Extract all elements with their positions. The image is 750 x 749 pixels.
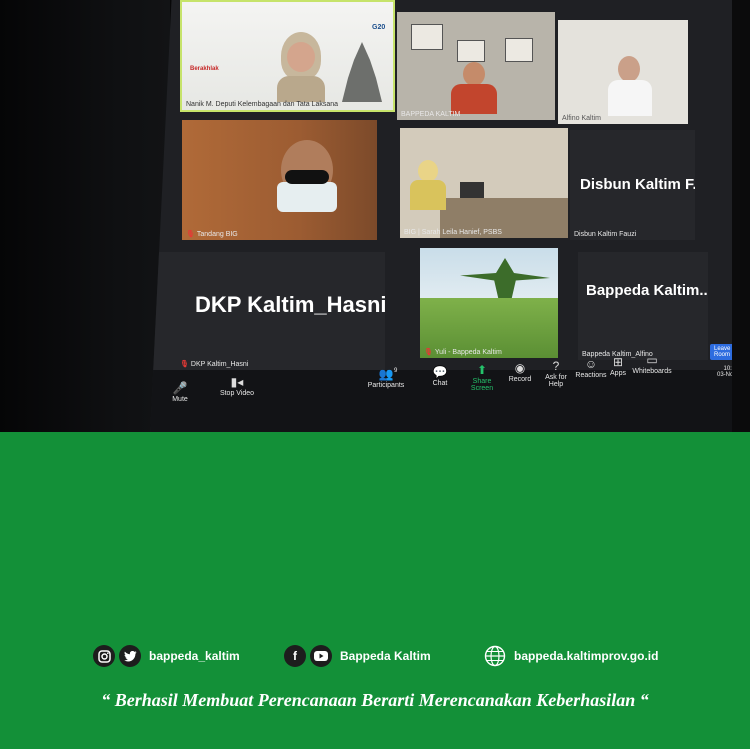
youtube-icon[interactable] xyxy=(310,645,332,667)
video-tile-tandang[interactable]: 🎙 Tandang BIG xyxy=(182,120,377,240)
help-icon: ? xyxy=(552,359,560,373)
tile-label-bappeda: BAPPEDA KALTIM xyxy=(401,111,461,118)
website-link[interactable]: bappeda.kaltimprov.go.id xyxy=(514,649,658,663)
participant-avatar xyxy=(608,56,652,116)
participants-icon: 👥 xyxy=(378,367,394,381)
g20-badge: G20 xyxy=(372,24,386,31)
tile-label-big: BIG | Sarah Leila Hanief, PSBS xyxy=(404,229,502,236)
meeting-photo: Berakhlak G20 Nanik M. Deputi Kelembagaa… xyxy=(0,0,750,432)
wall-frame-right xyxy=(732,0,750,432)
wall-frame-2 xyxy=(457,40,485,62)
video-camera-icon: ▮◂ xyxy=(230,375,244,389)
globe-icon[interactable] xyxy=(484,645,506,667)
whiteboard-icon: ▭ xyxy=(646,353,658,367)
stop-video-button[interactable]: ▮◂ Stop Video xyxy=(212,376,262,397)
record-icon: ◉ xyxy=(514,361,526,375)
participants-count: 9 xyxy=(394,368,398,374)
instagram-icon[interactable] xyxy=(93,645,115,667)
mic-muted-icon: 🎙 xyxy=(180,361,189,368)
social-handle-instagram-twitter[interactable]: bappeda_kaltim xyxy=(149,649,240,663)
participant-avatar xyxy=(267,140,347,240)
social-group-facebook-youtube: f Bappeda Kaltim xyxy=(284,645,431,667)
video-tile-bappeda-alfino[interactable]: Bappeda Kaltim... Bappeda Kaltim_Alfino xyxy=(578,252,708,360)
video-tile-dkp[interactable]: DKP Kaltim_Hasni 🎙 DKP Kaltim_Hasni xyxy=(150,252,385,370)
video-tile-yuli[interactable]: 🎙 Yuli - Bappeda Kaltim xyxy=(420,248,558,358)
apps-button[interactable]: ⊞ Apps xyxy=(606,356,630,377)
video-tile-bappeda[interactable]: BAPPEDA KALTIM xyxy=(397,12,555,120)
zoom-toolbar: 🎤 Mute ▮◂ Stop Video 👥 Participants 9 💬 … xyxy=(150,344,750,432)
wall-frame-3 xyxy=(505,38,533,62)
chat-button[interactable]: 💬 Chat xyxy=(422,366,458,387)
tile-label-office: Alfino Kaltim xyxy=(562,115,601,122)
social-group-instagram-twitter: bappeda_kaltim xyxy=(93,645,240,667)
video-tile-presenter[interactable]: Berakhlak G20 Nanik M. Deputi Kelembagaa… xyxy=(180,0,395,112)
social-handle-facebook-youtube[interactable]: Bappeda Kaltim xyxy=(340,649,431,663)
mute-button[interactable]: 🎤 Mute xyxy=(162,382,198,403)
video-tile-disbun[interactable]: Disbun Kaltim F... Disbun Kaltim Fauzi xyxy=(570,130,695,240)
participant-avatar xyxy=(410,160,446,210)
participant-name-disbun: Disbun Kaltim F... xyxy=(580,176,695,193)
tile-label-disbun: Disbun Kaltim Fauzi xyxy=(574,231,637,238)
social-group-website: bappeda.kaltimprov.go.id xyxy=(484,645,658,667)
participant-avatar xyxy=(451,62,497,114)
wall-frame-1 xyxy=(411,24,443,50)
whiteboards-button[interactable]: ▭ Whiteboards xyxy=(632,354,672,375)
mic-muted-icon: 🎙 xyxy=(424,349,433,356)
tile-label-tandang: 🎙 Tandang BIG xyxy=(186,231,238,238)
ask-for-help-button[interactable]: ? Ask for Help xyxy=(538,360,574,388)
reactions-icon: ☺ xyxy=(584,357,598,371)
video-tile-big[interactable]: BIG | Sarah Leila Hanief, PSBS xyxy=(400,128,568,238)
laptop xyxy=(460,182,484,198)
record-button[interactable]: ◉ Record xyxy=(505,362,535,383)
mic-muted-icon: 🎙 xyxy=(186,231,195,238)
participant-name-bappeda-alfino: Bappeda Kaltim... xyxy=(586,282,708,299)
reactions-button[interactable]: ☺ Reactions xyxy=(574,358,608,379)
chat-icon: 💬 xyxy=(432,365,448,379)
presenter-avatar xyxy=(277,32,325,102)
participants-button[interactable]: 👥 Participants 9 xyxy=(360,368,412,389)
tile-label-presenter: Nanik M. Deputi Kelembagaan dan Tata Lak… xyxy=(186,101,339,108)
slide-logo: Berakhlak xyxy=(190,66,219,72)
share-screen-button[interactable]: ⬆ Share Screen xyxy=(462,364,502,392)
video-tile-office[interactable]: Alfino Kaltim xyxy=(558,20,688,124)
wall-frame-left xyxy=(0,0,170,432)
share-screen-icon: ⬆ xyxy=(476,363,488,377)
tile-label-dkp: 🎙 DKP Kaltim_Hasni xyxy=(180,361,249,368)
facebook-icon[interactable]: f xyxy=(284,645,306,667)
apps-icon: ⊞ xyxy=(612,355,624,369)
microphone-icon: 🎤 xyxy=(172,381,188,395)
zoom-meeting-screen: Berakhlak G20 Nanik M. Deputi Kelembagaa… xyxy=(150,0,750,432)
participant-name-dkp: DKP Kaltim_Hasni xyxy=(195,292,385,317)
tile-label-yuli: 🎙 Yuli - Bappeda Kaltim xyxy=(424,349,502,356)
twitter-icon[interactable] xyxy=(119,645,141,667)
tagline: “ Berhasil Membuat Perencanaan Berarti M… xyxy=(101,690,649,710)
